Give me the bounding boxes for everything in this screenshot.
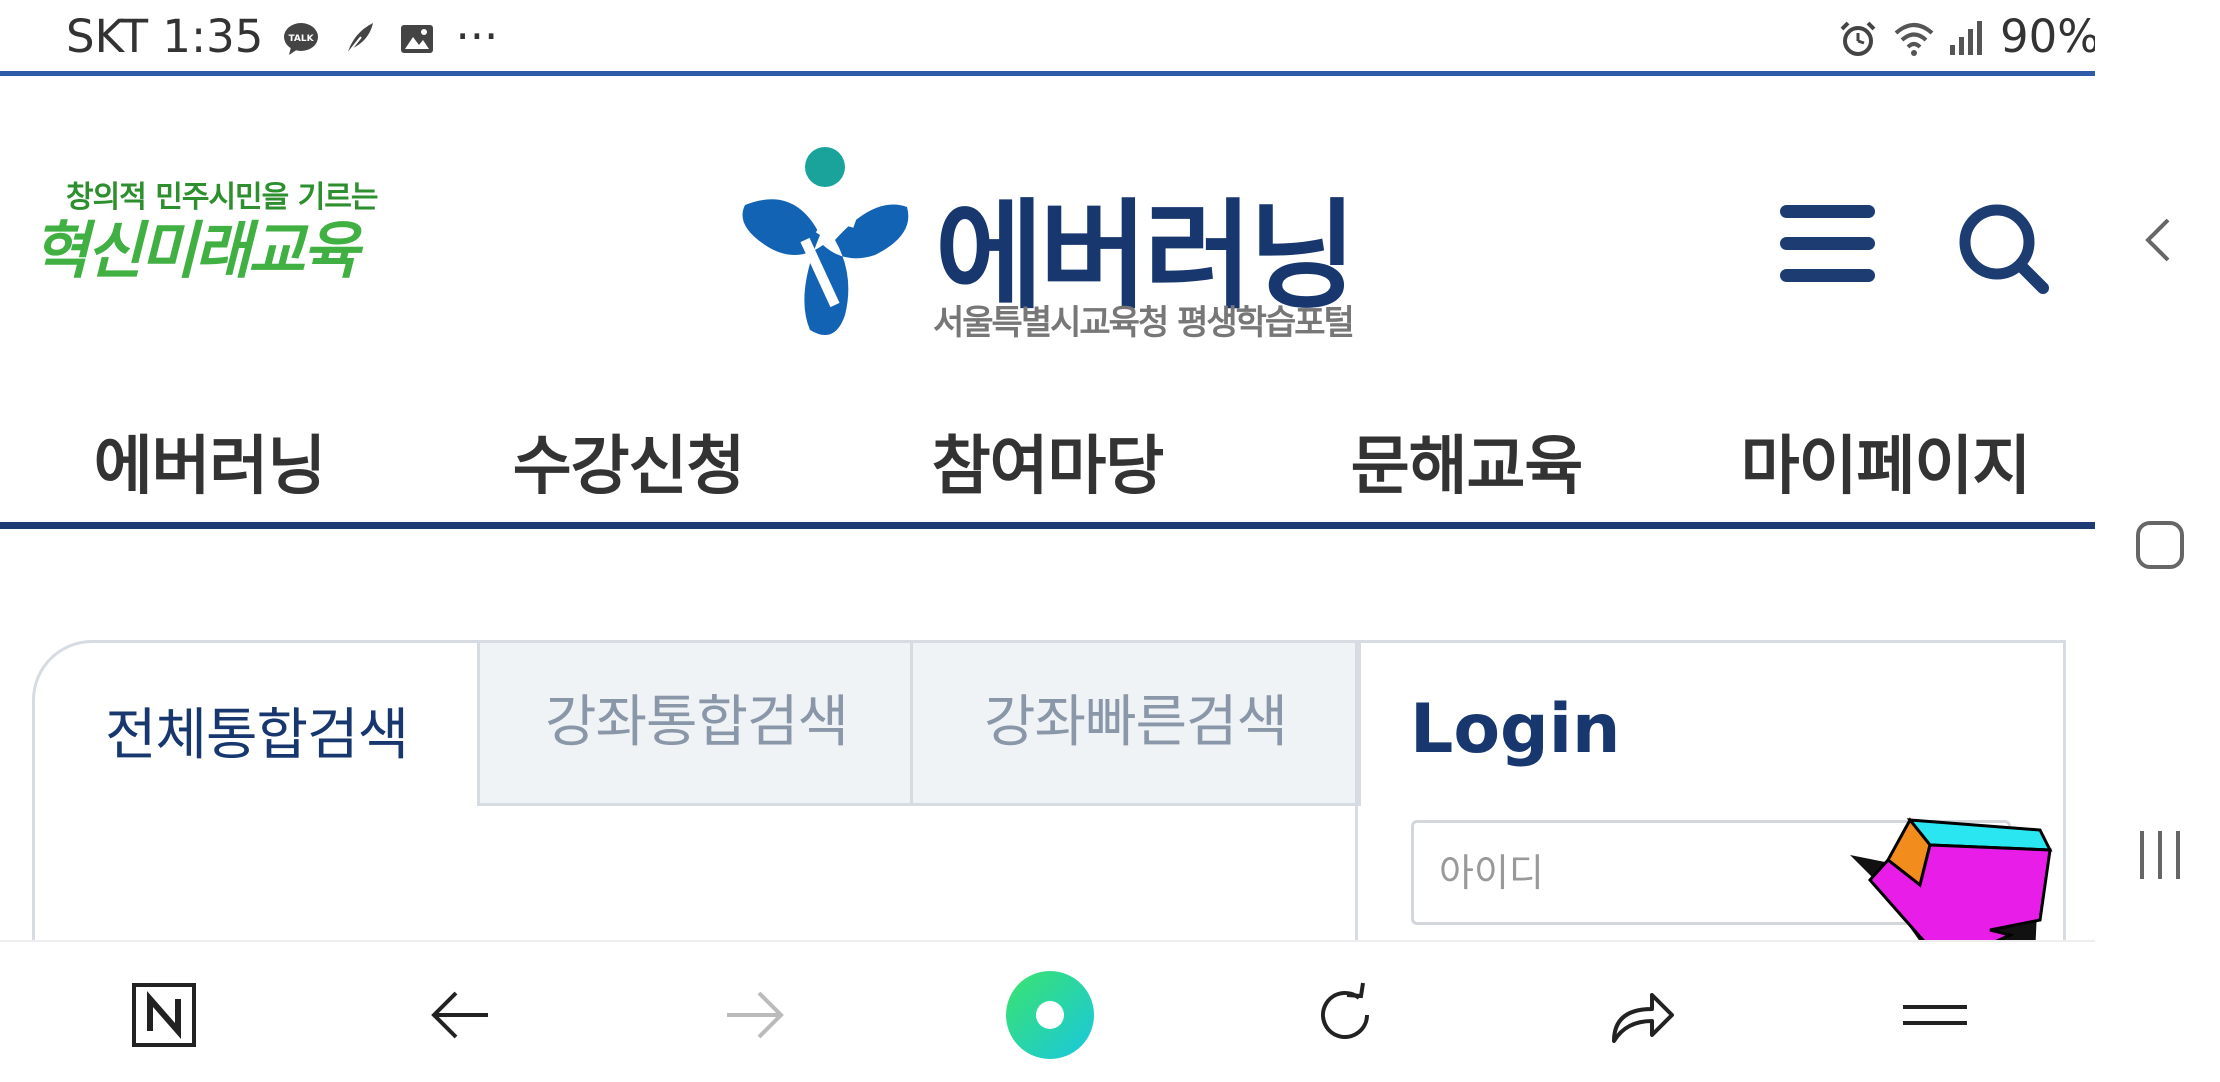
logo-subtitle: 서울특별시교육청 평생학습포털 [933, 303, 1355, 343]
feather-icon [339, 17, 379, 58]
tab-quick-search[interactable]: 강좌빠른검색 [910, 640, 1361, 806]
menu-lines-icon[interactable] [1895, 975, 1975, 1055]
nav-item-mypage[interactable]: 마이페이지 [1676, 405, 2095, 525]
signal-icon [1946, 17, 1986, 57]
alarm-icon [1838, 17, 1878, 57]
status-left: SKT 1:35 TALK ··· [66, 10, 498, 63]
main-nav: 에버러닝 수강신청 참여마당 문해교육 마이페이지 [0, 405, 2095, 525]
wifi-icon [1892, 17, 1934, 57]
back-arrow-icon[interactable] [420, 975, 500, 1055]
naver-home-icon[interactable] [124, 975, 204, 1055]
nav-item-literacy[interactable]: 문해교육 [1257, 405, 1676, 525]
green-dot-home-icon[interactable] [1005, 970, 1095, 1060]
refresh-icon[interactable] [1305, 975, 1385, 1055]
slogan-main-text: 혁신미래교육 [32, 214, 359, 287]
system-back-icon[interactable] [2130, 210, 2190, 270]
nav-item-community[interactable]: 참여마당 [838, 405, 1257, 525]
carrier-time: SKT 1:35 [66, 10, 264, 63]
tab-course-search[interactable]: 강좌통합검색 [477, 640, 916, 806]
everlearning-mark-icon [742, 147, 909, 335]
status-overflow: ··· [455, 10, 499, 63]
nav-item-everlearning[interactable]: 에버러닝 [0, 405, 419, 525]
talk-icon: TALK [281, 17, 321, 57]
tab-all-search-label: 전체통합검색 [105, 703, 409, 768]
system-recents-icon[interactable] [2130, 825, 2190, 885]
battery-percent: 90% [1999, 10, 2100, 63]
login-title: Login [1410, 690, 1621, 769]
image-icon [397, 17, 437, 57]
svg-text:TALK: TALK [289, 34, 315, 44]
system-home-icon[interactable] [2130, 515, 2190, 575]
forward-arrow-icon[interactable] [715, 975, 795, 1055]
status-divider [0, 71, 2095, 76]
nav-divider [0, 522, 2095, 529]
nav-item-registration[interactable]: 수강신청 [419, 405, 838, 525]
share-icon[interactable] [1600, 975, 1680, 1055]
search-icon[interactable] [1955, 200, 2050, 295]
hamburger-menu-icon[interactable] [1780, 205, 1875, 285]
